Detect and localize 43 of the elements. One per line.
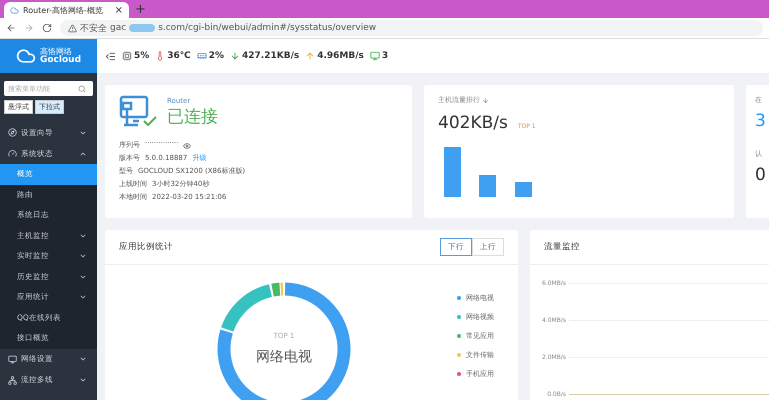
- browser-tab[interactable]: Router-高恪网络-概览 ×: [4, 2, 129, 18]
- menu-icon[interactable]: [105, 50, 116, 62]
- card-title: 应用比例统计: [119, 241, 173, 253]
- monitor-icon: [370, 51, 380, 61]
- monitor-icon: [8, 354, 17, 364]
- status-value: 2%: [208, 51, 224, 61]
- address-field[interactable]: 不安全 gac s.com/cgi-bin/webui/admin#/sysstatus/overview: [60, 20, 763, 36]
- status-value: 3: [382, 51, 388, 61]
- logo-name: Gocloud: [40, 56, 82, 64]
- down-arrow-icon: [230, 51, 240, 61]
- redaction-blur: [129, 24, 156, 32]
- eye-icon[interactable]: [183, 142, 192, 150]
- search-icon: [78, 84, 86, 92]
- computer-check-icon: [119, 95, 159, 129]
- logo-name: 高恪网络: [40, 48, 72, 56]
- status-value: 4.96MB/s: [317, 51, 364, 61]
- gauge-icon: [8, 149, 17, 158]
- network-icon: [8, 376, 17, 384]
- reload-icon[interactable]: [42, 23, 52, 33]
- close-icon[interactable]: ×: [114, 4, 123, 16]
- up-arrow-icon: [305, 51, 316, 61]
- down-arrow-icon[interactable]: [482, 96, 489, 104]
- status-value: 5%: [134, 51, 150, 61]
- url-text: s.com/cgi-bin/webui/admin#/sysstatus/overview: [158, 23, 376, 33]
- url-text: gac: [110, 23, 126, 33]
- stat-value: 3: [755, 111, 767, 131]
- stat-value: 0: [755, 165, 767, 185]
- card-title: 流量监控: [544, 241, 580, 253]
- top-app-name: 网络电视: [256, 348, 312, 366]
- back-icon[interactable]: [6, 23, 16, 33]
- tab-title: Router-高恪网络-概览: [23, 4, 104, 16]
- security-label: 不安全: [80, 22, 107, 34]
- traffic-value: 402KB/s: [438, 113, 508, 133]
- compass-icon: [8, 128, 17, 137]
- chevron-down-icon: [79, 355, 87, 363]
- cpu-icon: [122, 51, 132, 61]
- status-value: 36℃: [167, 51, 191, 61]
- chevron-down-icon: [79, 376, 87, 384]
- status-value: 427.21KB/s: [242, 51, 300, 61]
- cloud-icon: [10, 6, 19, 14]
- warning-icon: [68, 24, 77, 32]
- memory-icon: [196, 51, 207, 61]
- connection-status: 已连接: [167, 106, 218, 128]
